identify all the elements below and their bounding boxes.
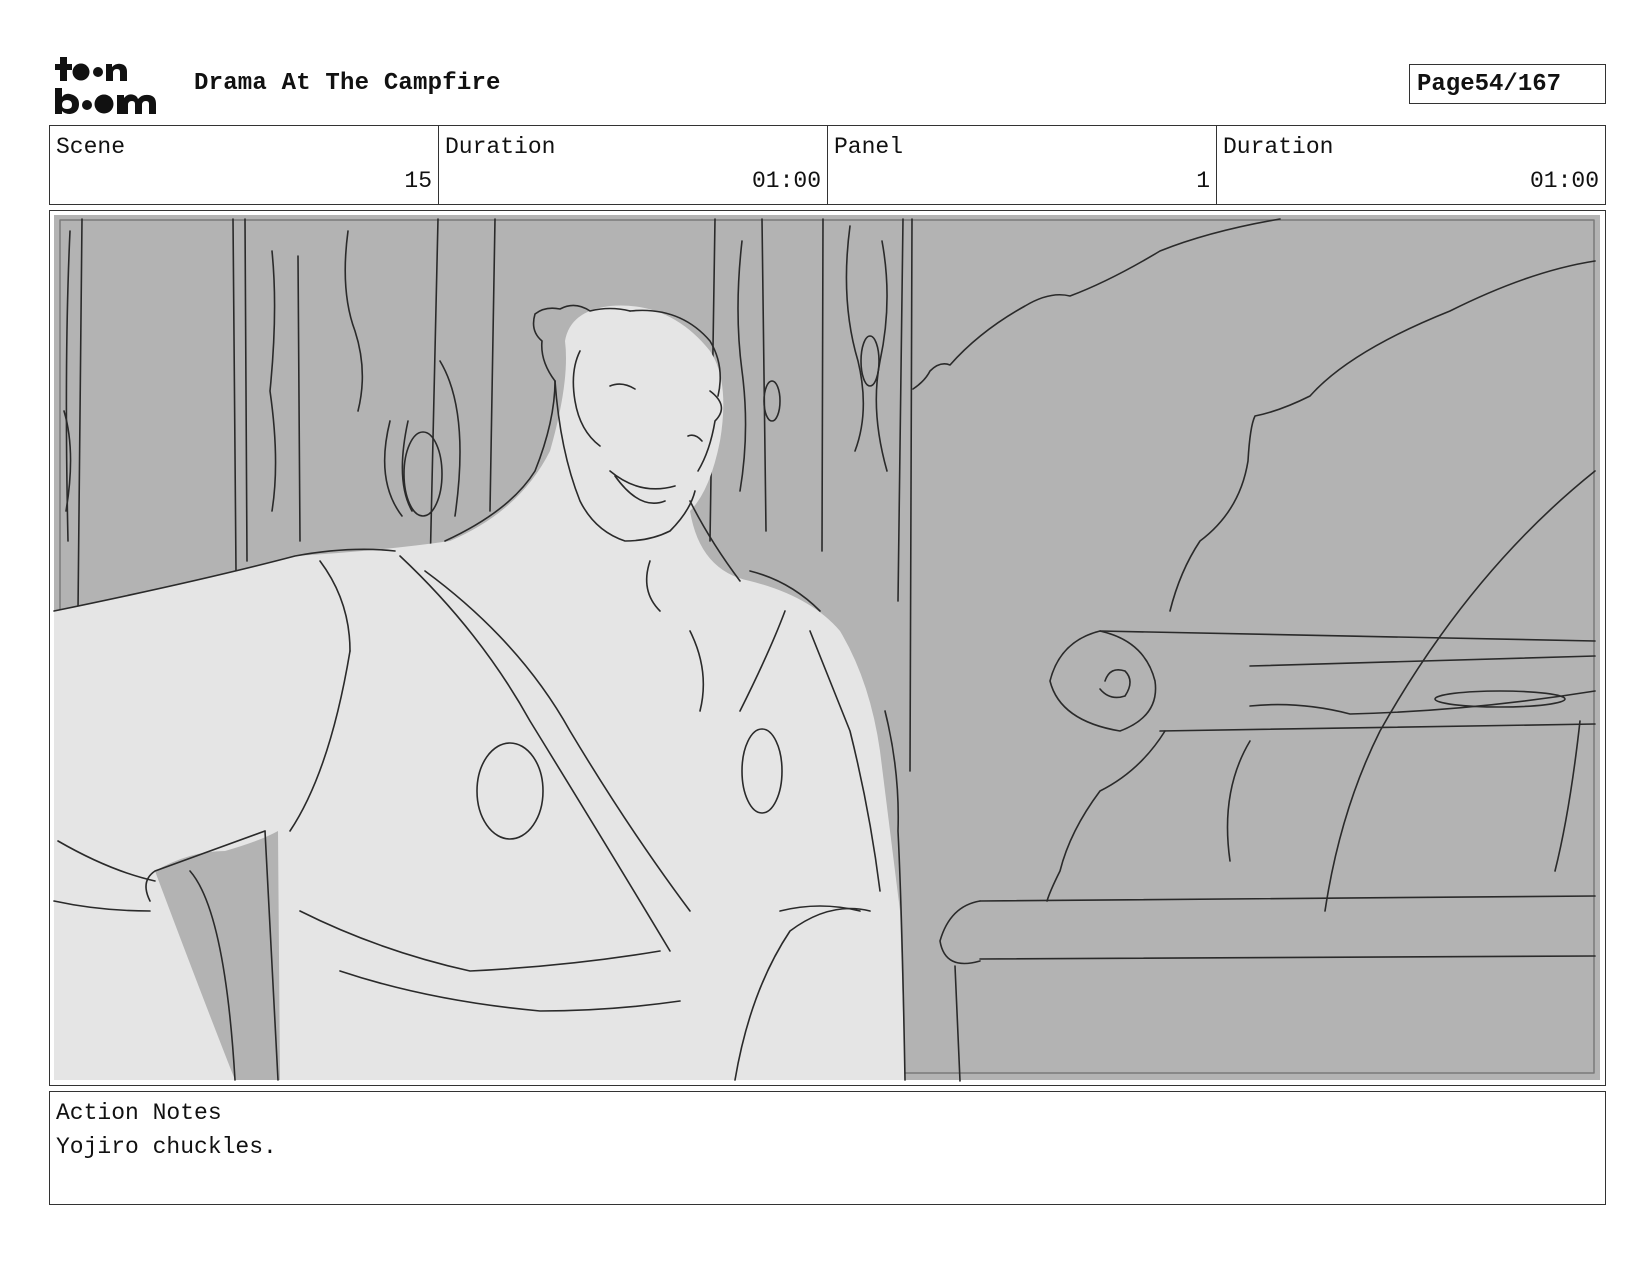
- action-notes-label: Action Notes: [56, 1100, 222, 1126]
- scene-duration-value: 01:00: [751, 168, 821, 194]
- action-notes-box: Action Notes Yojiro chuckles.: [49, 1091, 1606, 1205]
- toonboom-logo: [54, 55, 170, 117]
- page-number: 54/167: [1474, 70, 1562, 98]
- scene-label: Scene: [56, 134, 126, 160]
- panel-label: Panel: [834, 134, 904, 160]
- panel-cell: Panel 1: [828, 126, 1217, 204]
- scene-number: 15: [404, 168, 432, 194]
- panel-number: 1: [1196, 168, 1210, 194]
- scene-cell: Scene 15: [50, 126, 439, 204]
- scene-duration-label: Duration: [445, 134, 556, 160]
- panel-duration-label: Duration: [1223, 134, 1334, 160]
- storyboard-title: Drama At The Campfire: [194, 70, 501, 97]
- storyboard-panel-image: [49, 210, 1606, 1086]
- panel-duration-cell: Duration 01:00: [1217, 126, 1605, 204]
- scene-duration-cell: Duration 01:00: [439, 126, 828, 204]
- panel-info-row: Scene 15 Duration 01:00 Panel 1 Duration…: [49, 125, 1606, 205]
- panel-duration-value: 01:00: [1529, 168, 1599, 194]
- page-label: Page: [1417, 70, 1475, 98]
- page-indicator: Page 54/167: [1409, 64, 1606, 104]
- action-notes-text: Yojiro chuckles.: [56, 1134, 277, 1160]
